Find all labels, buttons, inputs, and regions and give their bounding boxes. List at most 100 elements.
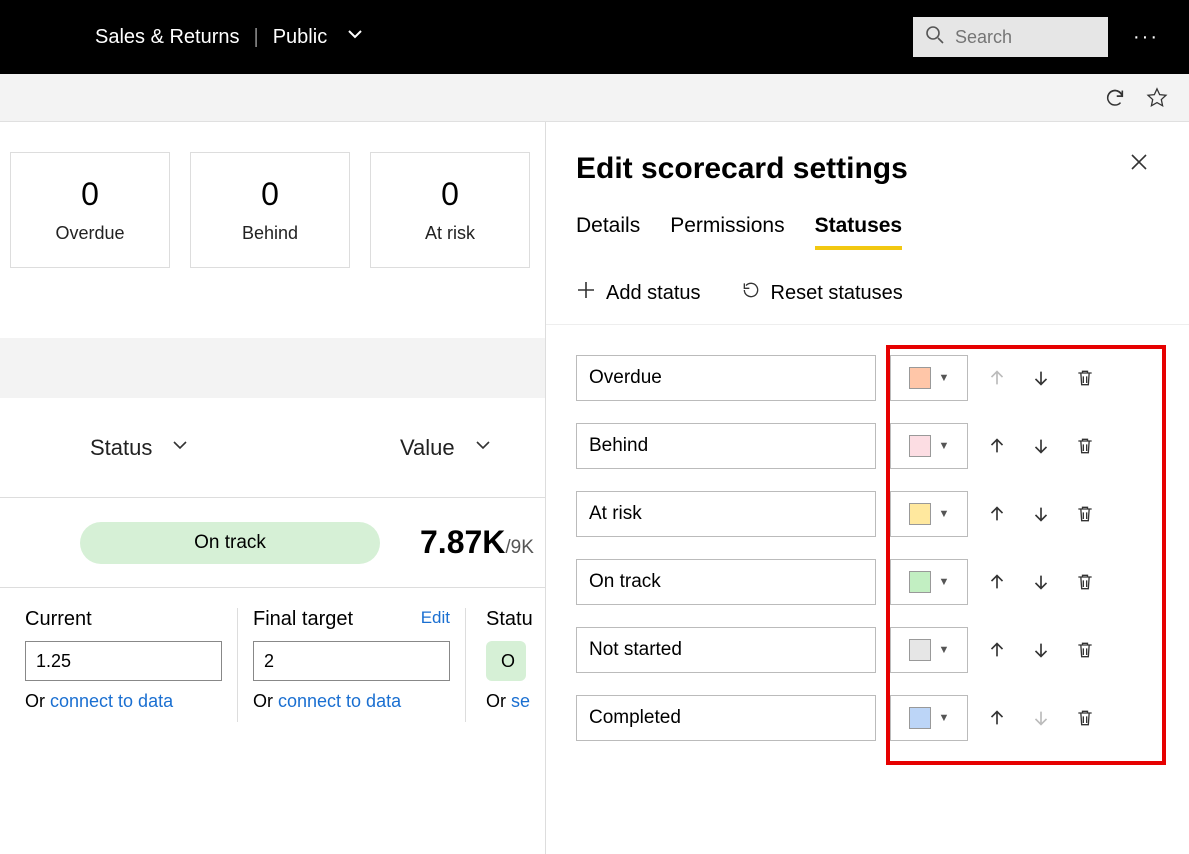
color-swatch-dropdown[interactable]: ▼ xyxy=(890,695,968,741)
delete-button[interactable] xyxy=(1070,567,1100,597)
panel-title: Edit scorecard settings xyxy=(576,152,1169,186)
card-at-risk[interactable]: 0 At risk xyxy=(370,152,530,268)
column-label: Status xyxy=(90,435,152,461)
color-swatch-icon xyxy=(909,367,931,389)
statuses-list: ▼ ▼ ▼ ▼ ▼ xyxy=(576,345,1169,773)
delete-button[interactable] xyxy=(1070,431,1100,461)
color-swatch-icon xyxy=(909,435,931,457)
status-name-input[interactable] xyxy=(576,695,876,741)
status-name-input[interactable] xyxy=(576,627,876,673)
color-swatch-dropdown[interactable]: ▼ xyxy=(890,627,968,673)
move-down-button[interactable] xyxy=(1026,499,1056,529)
status-name-input[interactable] xyxy=(576,423,876,469)
workspace-name[interactable]: Sales & Returns xyxy=(95,26,240,49)
card-overdue[interactable]: 0 Overdue xyxy=(10,152,170,268)
connect-text: Or connect to data xyxy=(25,691,222,712)
field-label: Final target xyxy=(253,608,353,631)
reset-label: Reset statuses xyxy=(771,282,903,305)
search-box[interactable] xyxy=(913,17,1108,57)
status-row: ▼ xyxy=(576,491,1169,537)
add-status-label: Add status xyxy=(606,282,701,305)
field-label: Current xyxy=(25,608,92,631)
top-navigation: Sales & Returns | Public ··· xyxy=(0,0,1189,74)
status-row: ▼ xyxy=(576,559,1169,605)
connect-text: Or connect to data xyxy=(253,691,450,712)
column-header-value[interactable]: Value xyxy=(400,435,493,461)
color-swatch-dropdown[interactable]: ▼ xyxy=(890,423,968,469)
tab-statuses[interactable]: Statuses xyxy=(815,214,903,250)
card-count: 0 xyxy=(81,176,99,213)
final-target-field-block: Final target Edit Or connect to data xyxy=(248,608,466,722)
search-input[interactable] xyxy=(955,27,1096,48)
card-label: At risk xyxy=(425,223,475,244)
tab-details[interactable]: Details xyxy=(576,214,640,250)
move-up-button[interactable] xyxy=(982,431,1012,461)
breadcrumb: Sales & Returns | Public xyxy=(95,24,365,50)
connect-to-data-link[interactable]: connect to data xyxy=(278,691,401,711)
move-up-button[interactable] xyxy=(982,635,1012,665)
color-swatch-icon xyxy=(909,571,931,593)
close-icon[interactable] xyxy=(1129,152,1149,177)
color-swatch-icon xyxy=(909,639,931,661)
current-field-block: Current Or connect to data xyxy=(20,608,238,722)
final-target-input[interactable] xyxy=(253,641,450,681)
chevron-down-icon xyxy=(170,435,190,461)
delete-button[interactable] xyxy=(1070,635,1100,665)
column-header-status[interactable]: Status xyxy=(90,435,400,461)
panel-actions: Add status Reset statuses xyxy=(546,280,1189,325)
favorite-star-icon[interactable] xyxy=(1145,86,1169,110)
status-pill-small[interactable]: O xyxy=(486,641,526,681)
add-status-button[interactable]: Add status xyxy=(576,280,701,306)
value-sub: /9K xyxy=(505,537,534,558)
color-swatch-dropdown[interactable]: ▼ xyxy=(890,559,968,605)
color-swatch-dropdown[interactable]: ▼ xyxy=(890,355,968,401)
status-name-input[interactable] xyxy=(576,355,876,401)
search-icon xyxy=(925,25,945,50)
delete-button[interactable] xyxy=(1070,703,1100,733)
visibility-label[interactable]: Public xyxy=(273,26,327,49)
caret-down-icon: ▼ xyxy=(939,440,950,452)
move-down-button[interactable] xyxy=(1026,635,1056,665)
more-options-icon[interactable]: ··· xyxy=(1133,26,1159,49)
status-name-input[interactable] xyxy=(576,491,876,537)
card-count: 0 xyxy=(261,176,279,213)
status-pill[interactable]: On track xyxy=(80,522,380,564)
card-label: Behind xyxy=(242,223,298,244)
caret-down-icon: ▼ xyxy=(939,576,950,588)
status-name-input[interactable] xyxy=(576,559,876,605)
tab-permissions[interactable]: Permissions xyxy=(670,214,784,250)
status-field-block: Statu O Or se xyxy=(476,608,533,722)
card-behind[interactable]: 0 Behind xyxy=(190,152,350,268)
move-down-button[interactable] xyxy=(1026,363,1056,393)
current-input[interactable] xyxy=(25,641,222,681)
reset-statuses-button[interactable]: Reset statuses xyxy=(741,280,903,306)
move-down-button[interactable] xyxy=(1026,567,1056,597)
color-swatch-icon xyxy=(909,503,931,525)
set-rules-link[interactable]: se xyxy=(511,691,530,711)
sub-toolbar xyxy=(0,74,1189,122)
column-label: Value xyxy=(400,435,455,461)
color-swatch-icon xyxy=(909,707,931,729)
color-swatch-dropdown[interactable]: ▼ xyxy=(890,491,968,537)
field-label: Statu xyxy=(486,608,533,630)
chevron-down-icon[interactable] xyxy=(345,24,365,50)
reset-icon xyxy=(741,280,761,306)
caret-down-icon: ▼ xyxy=(939,508,950,520)
settings-panel: Edit scorecard settings Details Permissi… xyxy=(545,122,1189,854)
connect-to-data-link[interactable]: connect to data xyxy=(50,691,173,711)
chevron-down-icon xyxy=(473,435,493,461)
caret-down-icon: ▼ xyxy=(939,644,950,656)
delete-button[interactable] xyxy=(1070,363,1100,393)
move-down-button[interactable] xyxy=(1026,431,1056,461)
edit-link[interactable]: Edit xyxy=(421,608,450,631)
metric-value: 7.87K/9K xyxy=(420,524,534,561)
move-up-button[interactable] xyxy=(982,499,1012,529)
refresh-icon[interactable] xyxy=(1103,86,1127,110)
status-row: ▼ xyxy=(576,423,1169,469)
caret-down-icon: ▼ xyxy=(939,372,950,384)
breadcrumb-divider: | xyxy=(254,26,259,49)
card-label: Overdue xyxy=(55,223,124,244)
move-up-button[interactable] xyxy=(982,567,1012,597)
move-up-button[interactable] xyxy=(982,703,1012,733)
delete-button[interactable] xyxy=(1070,499,1100,529)
